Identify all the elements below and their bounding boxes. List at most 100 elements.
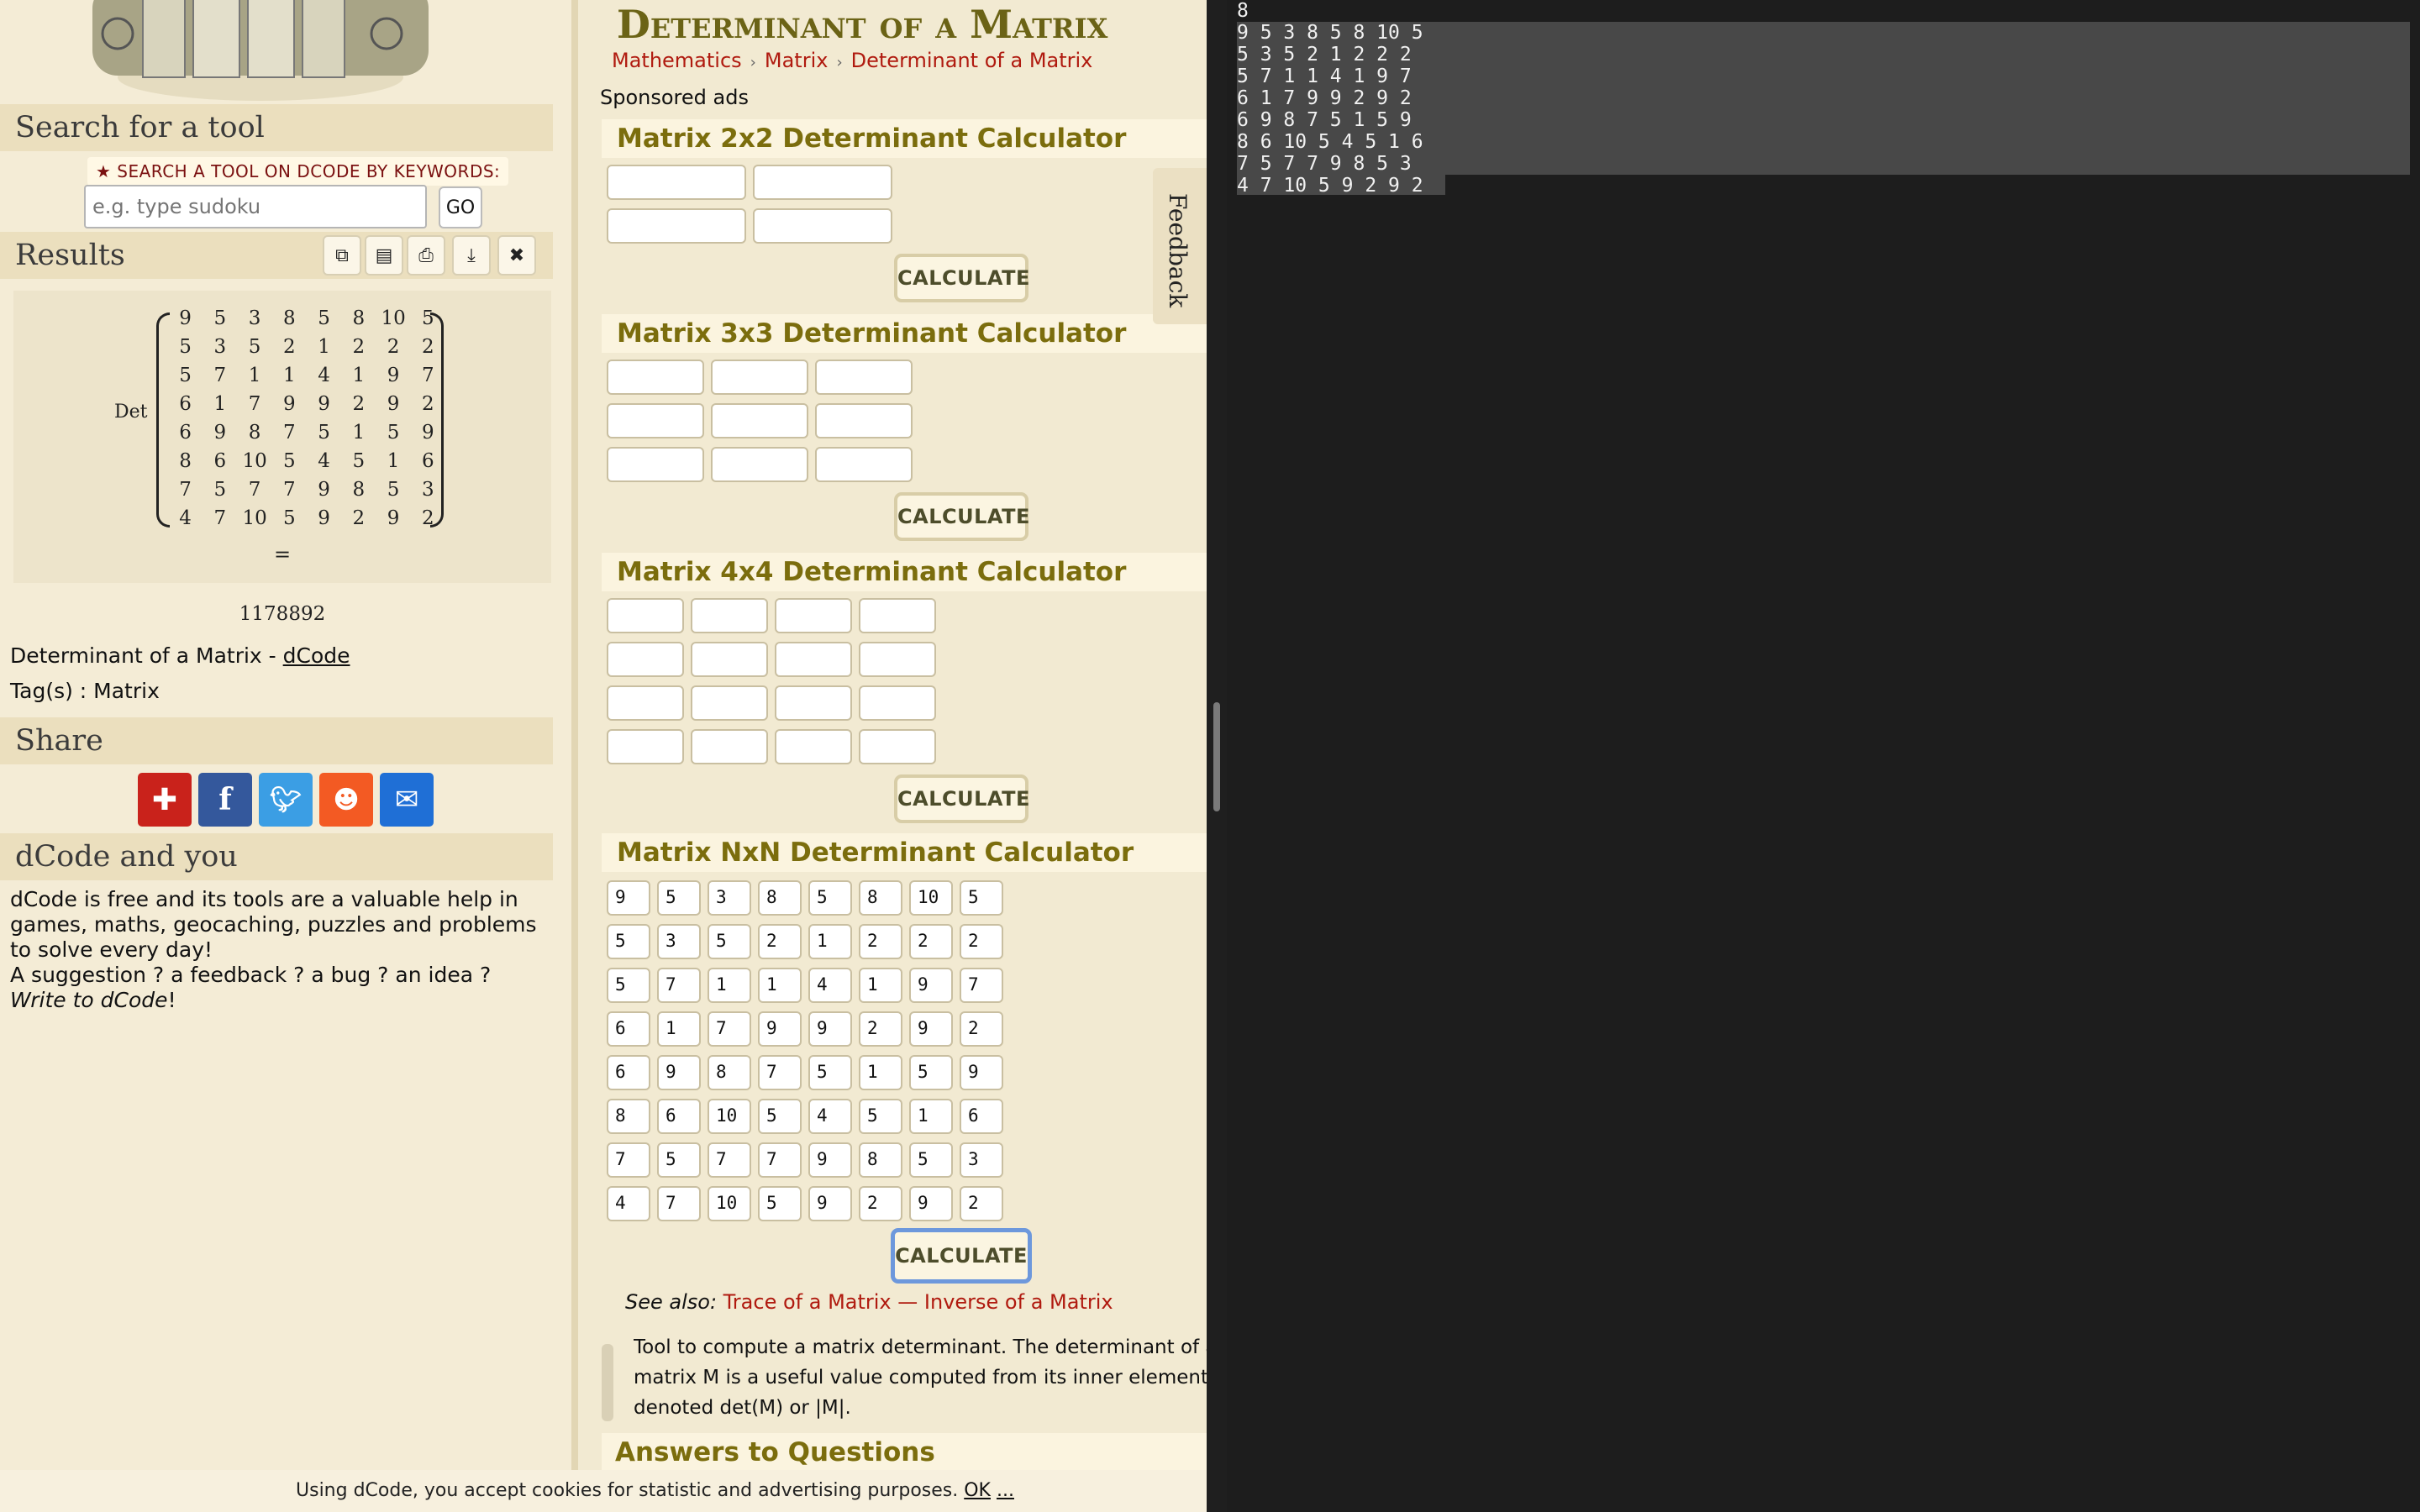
calculate-4x4-button[interactable]: CALCULATE [894,774,1029,823]
matrix-input-cell[interactable] [607,208,746,244]
matrix-input-cell[interactable] [607,642,684,677]
matrix-input-cell[interactable] [775,642,852,677]
matrix-input-cell[interactable]: 5 [909,1055,953,1090]
matrix-input-cell[interactable]: 3 [657,924,701,959]
matrix-input-cell[interactable] [607,403,704,438]
matrix-input-cell[interactable] [859,685,936,721]
matrix-input-cell[interactable] [607,165,746,200]
matrix-input-cell[interactable]: 5 [808,880,852,916]
matrix-input-cell[interactable]: 8 [607,1099,650,1134]
matrix-input-cell[interactable] [607,598,684,633]
matrix-input-cell[interactable]: 7 [708,1011,751,1047]
twitter-share-button[interactable]: 🐦︎ [259,773,313,827]
matrix-input-cell[interactable] [607,685,684,721]
calculate-2x2-button[interactable]: CALCULATE [894,254,1029,302]
matrix-input-cell[interactable]: 6 [607,1055,650,1090]
matrix-input-cell[interactable]: 10 [708,1099,751,1134]
matrix-input-cell[interactable] [815,403,913,438]
breadcrumb-matrix[interactable]: Matrix [765,49,829,72]
matrix-input-cell[interactable]: 3 [708,880,751,916]
add-share-button[interactable]: ✚ [138,773,192,827]
matrix-input-cell[interactable]: 5 [607,924,650,959]
matrix-input-cell[interactable]: 7 [758,1055,802,1090]
matrix-input-cell[interactable]: 2 [859,1011,902,1047]
matrix-input-cell[interactable]: 5 [960,880,1003,916]
write-to-dcode-link[interactable]: Write to dCode [10,988,168,1012]
matrix-input-cell[interactable]: 5 [708,924,751,959]
matrix-input-cell[interactable]: 5 [607,968,650,1003]
matrix-input-cell[interactable] [859,598,936,633]
matrix-input-cell[interactable] [815,360,913,395]
matrix-input-cell[interactable] [691,685,768,721]
matrix-input-cell[interactable]: 4 [808,1099,852,1134]
print-button[interactable]: ⎙ [407,235,445,276]
matrix-input-cell[interactable]: 8 [859,1142,902,1178]
matrix-input-cell[interactable]: 5 [758,1099,802,1134]
matrix-input-cell[interactable]: 7 [960,968,1003,1003]
matrix-input-cell[interactable]: 8 [758,880,802,916]
matrix-input-cell[interactable] [691,729,768,764]
matrix-input-cell[interactable] [607,360,704,395]
matrix-input-cell[interactable]: 9 [909,1011,953,1047]
matrix-input-cell[interactable]: 1 [859,1055,902,1090]
matrix-input-cell[interactable]: 2 [960,924,1003,959]
matrix-input-cell[interactable]: 5 [657,880,701,916]
matrix-input-cell[interactable]: 2 [859,924,902,959]
matrix-input-cell[interactable]: 7 [657,1186,701,1221]
matrix-input-cell[interactable] [711,403,808,438]
matrix-input-cell[interactable]: 1 [657,1011,701,1047]
result-value[interactable]: 1178892 [0,603,565,625]
matrix-input-cell[interactable] [775,598,852,633]
matrix-input-cell[interactable]: 1 [708,968,751,1003]
matrix-input-cell[interactable]: 2 [960,1011,1003,1047]
matrix-input-cell[interactable]: 7 [607,1142,650,1178]
matrix-input-cell[interactable]: 5 [859,1099,902,1134]
matrix-input-cell[interactable] [775,729,852,764]
matrix-input-cell[interactable]: 9 [960,1055,1003,1090]
matrix-input-cell[interactable]: 3 [960,1142,1003,1178]
matrix-input-cell[interactable] [859,729,936,764]
breadcrumb-current[interactable]: Determinant of a Matrix [851,49,1093,72]
matrix-input-cell[interactable] [753,165,892,200]
matrix-input-cell[interactable] [775,685,852,721]
matrix-input-cell[interactable]: 1 [859,968,902,1003]
matrix-input-cell[interactable]: 1 [758,968,802,1003]
cookie-more-link[interactable]: ... [997,1480,1014,1501]
facebook-share-button[interactable]: f [198,773,252,827]
breadcrumb-mathematics[interactable]: Mathematics [612,49,742,72]
dcode-logo[interactable] [76,0,445,101]
save-button[interactable]: ▤ [365,235,403,276]
matrix-input-cell[interactable]: 7 [758,1142,802,1178]
matrix-input-cell[interactable]: 7 [708,1142,751,1178]
reddit-share-button[interactable]: ☻ [319,773,373,827]
go-button[interactable]: GO [439,186,482,228]
matrix-input-cell[interactable]: 4 [607,1186,650,1221]
matrix-input-cell[interactable]: 9 [758,1011,802,1047]
matrix-input-cell[interactable] [815,447,913,482]
matrix-input-cell[interactable] [691,642,768,677]
scrollbar-thumb[interactable] [1213,702,1220,811]
matrix-input-cell[interactable]: 9 [909,1186,953,1221]
matrix-input-cell[interactable] [691,598,768,633]
matrix-input-cell[interactable]: 9 [808,1186,852,1221]
matrix-input-cell[interactable]: 6 [960,1099,1003,1134]
close-button[interactable]: ✖ [497,235,536,276]
matrix-input-cell[interactable]: 5 [909,1142,953,1178]
cookie-ok-link[interactable]: OK [964,1480,991,1501]
matrix-input-cell[interactable]: 6 [657,1099,701,1134]
inverse-link[interactable]: Inverse of a Matrix [924,1290,1113,1314]
matrix-input-cell[interactable]: 9 [808,1142,852,1178]
matrix-input-cell[interactable]: 2 [758,924,802,959]
trace-link[interactable]: Trace of a Matrix [723,1290,892,1314]
calculate-nxn-button[interactable]: CALCULATE [891,1228,1032,1284]
feedback-tab[interactable]: Feedback [1153,168,1207,324]
matrix-input-cell[interactable] [753,208,892,244]
matrix-input-cell[interactable] [607,729,684,764]
matrix-input-cell[interactable] [607,447,704,482]
matrix-input-cell[interactable]: 1 [808,924,852,959]
matrix-input-cell[interactable] [711,447,808,482]
mail-share-button[interactable]: ✉ [380,773,434,827]
matrix-input-cell[interactable]: 2 [909,924,953,959]
matrix-input-cell[interactable]: 5 [657,1142,701,1178]
search-input[interactable] [84,185,427,228]
